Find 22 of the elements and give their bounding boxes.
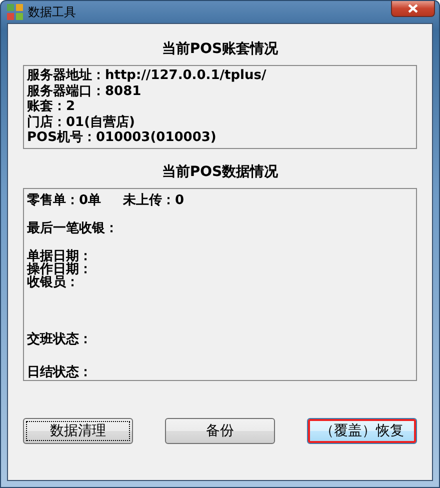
info-line: 服务器端口：8081 <box>27 84 142 99</box>
info-line: 操作日期： <box>27 262 92 276</box>
section-title: 当前POS账套情况 <box>162 40 278 59</box>
clean-button[interactable]: 数据清理 <box>23 418 133 444</box>
info-line: 门店：01(自营店) <box>27 114 136 130</box>
info-line: 未上传：0 <box>123 194 184 206</box>
info-line: 收银员： <box>27 276 79 288</box>
section-title: 当前POS数据情况 <box>162 162 278 182</box>
info-line: 交班状态： <box>27 332 92 346</box>
info-line: 日结状态： <box>27 366 92 378</box>
window-title: 数据工具 <box>28 4 76 20</box>
info-line: 零售单：0单 <box>27 194 102 206</box>
app-icon <box>7 4 23 20</box>
info-line: 单据日期： <box>27 250 92 262</box>
info-line: 最后一笔收银： <box>27 222 118 234</box>
backup-button[interactable]: 备份 <box>165 418 275 444</box>
info-line: POS机号：010003(010003) <box>27 130 218 146</box>
info-line: 服务器地址：http://127.0.0.1/tplus/ <box>27 68 268 84</box>
info-line: 账套：2 <box>27 99 76 114</box>
restore-button[interactable]: （覆盖）恢复 <box>307 418 417 444</box>
close-icon <box>408 4 418 13</box>
close-button[interactable] <box>391 1 435 17</box>
